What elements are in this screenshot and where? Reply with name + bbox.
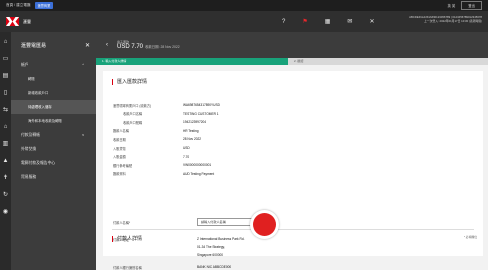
close-menu-icon[interactable]: ✕ bbox=[85, 42, 90, 49]
hsbc-logo-icon[interactable] bbox=[6, 17, 19, 26]
menu-item-email-center[interactable]: 電郵付款及報告中心 bbox=[11, 156, 96, 170]
browser-bar: 首頁 / 建立電匯 滙豐商業 英 英 登出 bbox=[0, 0, 488, 11]
section-divider bbox=[112, 229, 474, 230]
menu-item-fx[interactable]: 外幣兌換 bbox=[11, 142, 96, 156]
browser-tab[interactable]: 首頁 / 建立電匯 bbox=[6, 3, 31, 8]
menu-header: 滙豐電匯易 ✕ bbox=[11, 32, 96, 58]
side-menu: 滙豐電匯易 ✕ 帳戶 ^ 轉賬 新增收款戶口 待處理收入儲存 海外和本地收款及轉… bbox=[11, 32, 96, 270]
menu-item-accounts[interactable]: 帳戶 ^ bbox=[11, 58, 96, 72]
home-icon[interactable]: ⌂ bbox=[4, 39, 8, 45]
menu-item-new-payee[interactable]: 新增收款戶口 bbox=[11, 86, 96, 100]
step-2: 2. 確認 bbox=[294, 59, 304, 63]
bank-icon[interactable]: ⌂ bbox=[4, 124, 8, 130]
menu-item-overseas-local[interactable]: 海外和本地收款及轉賬 bbox=[11, 114, 96, 128]
tools-icon[interactable]: ✕ bbox=[369, 18, 374, 25]
header-toolbar: ? ⚑ ▦ ✉ ✕ bbox=[282, 11, 374, 32]
language-switch[interactable]: 英 英 bbox=[447, 3, 455, 8]
detail-row: 入賬貨幣 USD bbox=[113, 146, 190, 151]
grid-icon[interactable]: ▦ bbox=[325, 18, 331, 25]
chevron-up-icon: ^ bbox=[82, 63, 84, 67]
detail-row: 收款戶口名稱 TESTING CUSTOMER 1 bbox=[123, 111, 219, 117]
chevron-down-icon: v bbox=[82, 133, 84, 137]
chart-icon[interactable]: ▥ bbox=[3, 141, 9, 147]
notification-flag-icon[interactable]: ⚑ bbox=[302, 18, 307, 25]
last-login-line: 上一次登入: 2022年01月17日 10:30 (香港時間) bbox=[424, 19, 482, 23]
globe-icon[interactable]: ◉ bbox=[3, 209, 8, 215]
required-note: * 必填欄位 bbox=[463, 235, 477, 239]
payer-address-label: 付款人地址* bbox=[113, 238, 131, 242]
details-list: 滙豐環球商業戶口 (收款方) WA6987654317890YUSD 收款戶口名稱… bbox=[113, 101, 443, 178]
payer-name-label: 付款人名稱* bbox=[113, 221, 131, 225]
amount-note: 收款日期: 28 Nov 2022 bbox=[145, 45, 180, 49]
back-icon[interactable]: ‹ bbox=[106, 42, 108, 48]
session-info: ABCDEFGHIJKLMN0123456789 | 0123456789012… bbox=[409, 15, 482, 23]
transfer-icon[interactable]: ⇆ bbox=[3, 107, 8, 113]
main-content: ‹ 電子滙款 USD 7.70 收款日期: 28 Nov 2022 1. 輸入付款… bbox=[96, 32, 488, 270]
section-title-incoming: 匯入匯款詳情 bbox=[112, 79, 147, 85]
detail-row: 入賬金額 7.70 bbox=[113, 154, 190, 160]
menu-item-trade[interactable]: 貿易服務 bbox=[11, 170, 96, 184]
menu-item-transfer[interactable]: 轉賬 bbox=[11, 72, 96, 86]
help-icon[interactable]: ? bbox=[282, 19, 285, 25]
menu-item-pending-receipts[interactable]: 待處理收入儲存 bbox=[11, 100, 96, 114]
progress-steps: 1. 輸入付款人詳情 2. 確認 bbox=[96, 58, 488, 65]
mail-icon[interactable]: ✉ bbox=[347, 18, 352, 25]
payer-bank-label: 付款人銀行識別名稱 bbox=[113, 266, 142, 270]
refresh-icon[interactable]: ↻ bbox=[3, 192, 8, 198]
detail-row: 匯款人名稱 HR Testing bbox=[113, 128, 199, 134]
payer-bank-value: BANK NIC ABBCDE000 bbox=[197, 265, 232, 269]
logout-button[interactable]: 登出 bbox=[461, 1, 482, 10]
title-block: 電子滙款 USD 7.70 收款日期: 28 Nov 2022 bbox=[117, 40, 180, 50]
document-icon[interactable]: ▯ bbox=[4, 90, 7, 96]
folder-icon[interactable]: ▭ bbox=[3, 56, 9, 62]
app-window: 首頁 / 建立電匯 滙豐商業 英 英 登出 滙豐 ? ⚑ ▦ ✉ ✕ ABCDE… bbox=[0, 0, 488, 270]
address-line-3: Singapore 600000 bbox=[197, 253, 224, 257]
detail-row: 收款戶口號碼 1942123997204 bbox=[123, 120, 207, 125]
tab-badge: 滙豐商業 bbox=[34, 2, 54, 9]
tap-indicator-dot bbox=[253, 213, 276, 236]
address-line-1: Z International Business Park Rd. bbox=[197, 237, 245, 241]
card-icon[interactable]: ▤ bbox=[3, 73, 9, 79]
step-1: 1. 輸入付款人詳情 bbox=[96, 58, 288, 65]
detail-row: 收款日期 28 Nov 2022 bbox=[113, 137, 202, 142]
pin-icon[interactable]: ✝ bbox=[3, 175, 8, 181]
page-amount: USD 7.70 收款日期: 28 Nov 2022 bbox=[117, 44, 180, 50]
detail-row: 匯款資料 AUD Testing Payment bbox=[113, 171, 215, 177]
brand-name: 滙豐 bbox=[23, 18, 31, 24]
menu-item-payments[interactable]: 付款及轉帳 v bbox=[11, 128, 96, 142]
detail-row: 滙豐環球商業戶口 (收款方) WA6987654317890YUSD bbox=[113, 103, 220, 108]
tap-indicator bbox=[250, 210, 279, 239]
left-icon-nav: ⌂ ▭ ▤ ▯ ⇆ ⌂ ▥ ▲ ✝ ↻ ◉ bbox=[0, 32, 11, 270]
form-card: 匯入匯款詳情 滙豐環球商業戶口 (收款方) WA6987654317890YUSD… bbox=[103, 71, 483, 256]
page-titlebar: ‹ 電子滙款 USD 7.70 收款日期: 28 Nov 2022 bbox=[96, 32, 488, 58]
menu-title: 滙豐電匯易 bbox=[21, 42, 47, 49]
trade-icon[interactable]: ▲ bbox=[3, 158, 9, 164]
address-line-2: 01-34 The Strategy, bbox=[197, 245, 225, 249]
detail-row: 銀行參考編號 VW0000000000001 bbox=[113, 163, 212, 168]
app-header: 滙豐 ? ⚑ ▦ ✉ ✕ ABCDEFGHIJKLMN0123456789 | … bbox=[0, 11, 488, 32]
